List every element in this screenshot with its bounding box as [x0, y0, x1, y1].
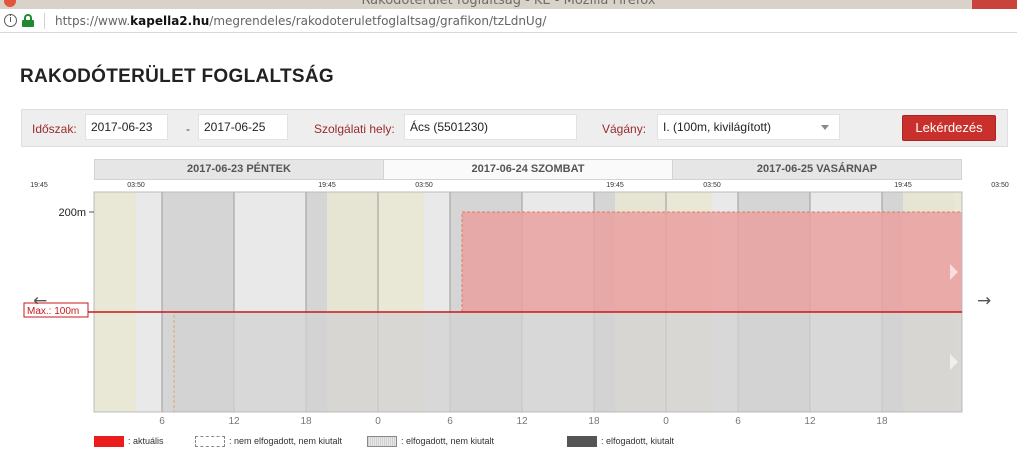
arrow-right-icon[interactable]: → [977, 291, 991, 311]
x-tick-label: 12 [804, 416, 816, 427]
lock-icon[interactable] [22, 14, 34, 27]
legend-item-not-accepted: : nem elfogadott, nem kiutalt [195, 435, 342, 449]
top-time-label: 03:50 [415, 182, 433, 189]
period-label: Időszak: [32, 122, 77, 136]
legend-item-accepted-not-assigned: : elfogadott, nem kiutalt [367, 435, 494, 449]
date-to-input[interactable]: 2017-06-25 [198, 114, 288, 140]
url-text[interactable]: https://www.kapella2.hu/megrendeles/rako… [55, 14, 546, 28]
top-time-label: 19:45 [318, 182, 336, 189]
date-separator: - [186, 122, 190, 136]
filter-bar: Időszak: 2017-06-23 - 2017-06-25 Szolgál… [21, 109, 1008, 147]
top-time-label: 19:45 [894, 182, 912, 189]
info-icon[interactable]: i [4, 14, 17, 27]
x-tick-label: 0 [375, 416, 381, 427]
x-tick-label: 6 [447, 416, 453, 427]
occupancy-chart: 2017-06-23 PÉNTEK 2017-06-24 SZOMBAT 201… [0, 150, 1017, 472]
arrow-left-icon[interactable]: ← [33, 291, 47, 311]
date-from-input[interactable]: 2017-06-23 [85, 114, 168, 140]
occupancy-bar-upper [461, 211, 963, 313]
query-button[interactable]: Lekérdezés [902, 115, 996, 141]
window-title: Rakodóterület foglaltság - KE - Mozilla … [361, 0, 656, 8]
track-select[interactable]: I. (100m, kivilágított) [657, 114, 840, 140]
legend-swatch-red [94, 436, 124, 447]
y-tick-label: 200m [58, 207, 86, 219]
x-tick-label: 6 [735, 416, 741, 427]
window-close-button[interactable] [972, 0, 1017, 9]
occupancy-bar-lower [173, 311, 963, 413]
x-tick-label: 6 [159, 416, 165, 427]
legend-item-current: : aktuális [94, 435, 164, 449]
x-tick-label: 18 [876, 416, 888, 427]
legend-swatch-dashed [195, 436, 225, 447]
page-title: RAKODÓTERÜLET FOGLALTSÁG [20, 66, 334, 87]
track-label: Vágány: [602, 122, 647, 136]
track-select-value: I. (100m, kivilágított) [663, 120, 772, 134]
location-input[interactable]: Ács (5501230) [404, 114, 577, 140]
top-time-label: 19:45 [30, 182, 48, 189]
x-tick-label: 12 [228, 416, 240, 427]
x-tick-label: 0 [663, 416, 669, 427]
legend-item-accepted-assigned: : elfogadott, kiutalt [567, 435, 674, 449]
window-titlebar: Rakodóterület foglaltság - KE - Mozilla … [0, 0, 1017, 9]
legend-swatch-dark [567, 436, 597, 447]
address-separator [44, 13, 45, 29]
night-band [94, 192, 136, 412]
address-bar[interactable]: i https://www.kapella2.hu/megrendeles/ra… [0, 9, 1017, 33]
x-tick-label: 12 [516, 416, 528, 427]
x-tick-label: 18 [300, 416, 312, 427]
top-time-label: 03:50 [703, 182, 721, 189]
x-tick-label: 18 [588, 416, 600, 427]
chart-canvas: Max.: 100m200m19:45 03:50 19:45 03:50 19:45 0… [23, 182, 1009, 427]
top-time-label: 03:50 [991, 182, 1009, 189]
top-time-label: 19:45 [606, 182, 624, 189]
legend-swatch-light [367, 436, 397, 447]
location-label: Szolgálati hely: [314, 122, 395, 136]
chevron-down-icon [821, 125, 829, 130]
top-time-label: 03:50 [127, 182, 145, 189]
